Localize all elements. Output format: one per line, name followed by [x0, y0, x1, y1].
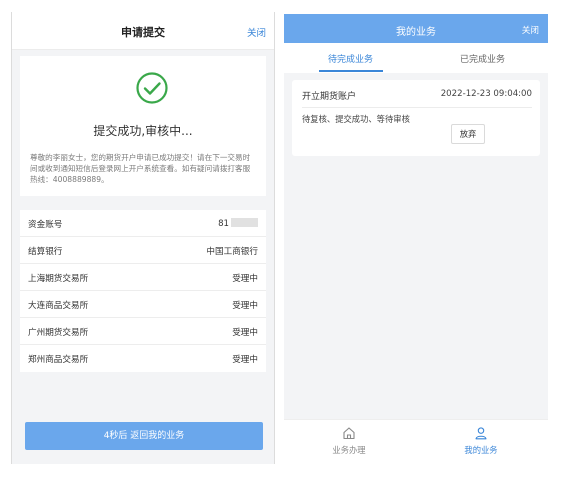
business-card[interactable]: 开立期货账户 2022-12-23 09:04:00 待复核、提交成功、等待审核… — [292, 80, 540, 156]
tab-completed[interactable]: 已完成业务 — [460, 52, 505, 65]
bottom-nav: 业务办理 我的业务 — [284, 419, 548, 462]
info-label: 广州期货交易所 — [28, 328, 89, 338]
info-value-wrap: 81 — [218, 218, 258, 229]
nav-business-handling[interactable]: 业务办理 — [309, 426, 389, 456]
tab-pending[interactable]: 待完成业务 — [328, 52, 373, 65]
abandon-button[interactable]: 放弃 — [451, 124, 485, 144]
info-row-fund-account: 资金账号 81 — [20, 210, 266, 237]
info-label: 结算银行 — [28, 247, 63, 257]
business-status: 待复核、提交成功、等待审核 — [302, 114, 410, 124]
info-value: 受理中 — [232, 328, 258, 338]
notice-text: 尊敬的李丽女士，您的期货开户申请已成功提交！请在下一交易时间或收到通知短信后登录… — [30, 153, 251, 185]
close-button[interactable]: 关闭 — [247, 25, 266, 39]
business-header: 我的业务 关闭 — [284, 14, 548, 43]
business-time: 2022-12-23 09:04:00 — [440, 89, 532, 99]
info-label: 大连商品交易所 — [28, 301, 89, 311]
info-label: 郑州商品交易所 — [28, 355, 89, 365]
info-value: 81 — [218, 219, 229, 229]
info-value: 受理中 — [232, 301, 258, 311]
nav-label: 业务办理 — [332, 445, 366, 455]
info-row-bank: 结算银行 中国工商银行 — [20, 237, 266, 264]
success-check-icon — [136, 72, 168, 104]
submit-screen: 申请提交 关闭 提交成功,审核中... 尊敬的李丽女士，您的期货开户申请已成功提… — [12, 12, 274, 464]
card-divider — [302, 107, 532, 108]
user-icon — [475, 427, 487, 440]
info-label: 上海期货交易所 — [28, 274, 89, 284]
masked-digits — [231, 218, 258, 227]
info-row-gfex: 广州期货交易所 受理中 — [20, 318, 266, 345]
info-row-shfe: 上海期货交易所 受理中 — [20, 264, 266, 291]
submit-header: 申请提交 关闭 — [12, 12, 274, 50]
info-value: 中国工商银行 — [206, 247, 258, 257]
page-title: 申请提交 — [121, 26, 165, 39]
close-button[interactable]: 关闭 — [522, 24, 539, 36]
middle-divider — [274, 12, 275, 464]
account-info-list: 资金账号 81 结算银行 中国工商银行 上海期货交易所 受理中 大连商品交易所 … — [20, 210, 266, 372]
info-row-czce: 郑州商品交易所 受理中 — [20, 345, 266, 372]
success-title: 提交成功,审核中... — [93, 124, 193, 138]
info-row-dce: 大连商品交易所 受理中 — [20, 291, 266, 318]
info-value: 受理中 — [232, 355, 258, 365]
business-name: 开立期货账户 — [302, 92, 357, 102]
active-tab-indicator — [319, 70, 383, 72]
my-business-screen: 我的业务 关闭 待完成业务 已完成业务 开立期货账户 2022-12-23 09… — [284, 14, 548, 462]
business-tabs: 待完成业务 已完成业务 — [284, 43, 548, 73]
info-label: 资金账号 — [28, 220, 63, 230]
page-title: 我的业务 — [396, 27, 436, 38]
home-icon — [343, 427, 355, 440]
return-my-business-button[interactable]: 4秒后 返回我的业务 — [25, 422, 263, 450]
info-value: 受理中 — [232, 274, 258, 284]
nav-label: 我的业务 — [464, 445, 498, 455]
screenshot-stage: 申请提交 关闭 提交成功,审核中... 尊敬的李丽女士，您的期货开户申请已成功提… — [0, 0, 563, 487]
success-card: 提交成功,审核中... 尊敬的李丽女士，您的期货开户申请已成功提交！请在下一交易… — [20, 56, 266, 196]
nav-my-business[interactable]: 我的业务 — [441, 426, 521, 456]
